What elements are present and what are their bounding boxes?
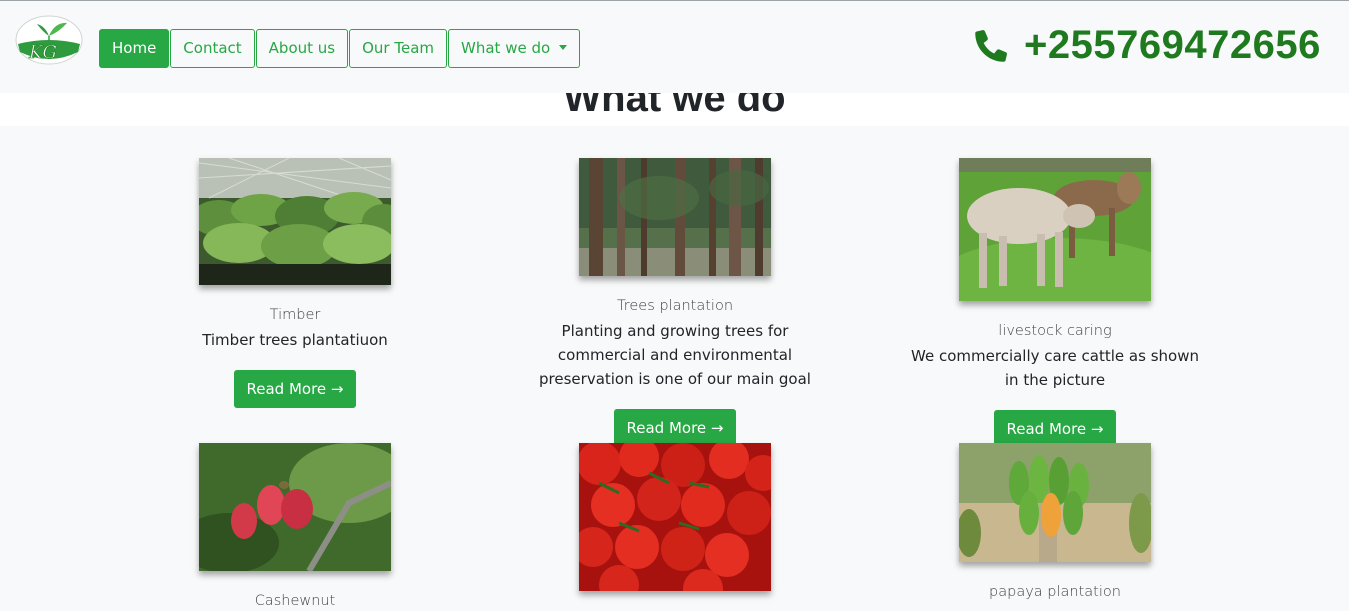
card-title: Trees plantation [616, 298, 734, 314]
card-title: papaya plantation [989, 584, 1121, 600]
read-more-button[interactable]: Read More → [233, 370, 357, 408]
card-title: livestock caring [998, 323, 1112, 339]
nav-team-button[interactable]: Our Team [349, 29, 448, 68]
nav-what-we-do-label: What we do [461, 39, 551, 57]
service-card-papaya: papaya plantation [905, 443, 1205, 602]
papaya-tree-image [959, 443, 1151, 562]
card-text: Planting and growing trees for commercia… [539, 322, 811, 388]
section-header-band: What we do [0, 93, 1349, 126]
nav-contact-button[interactable]: Contact [170, 29, 255, 68]
card-text: Timber trees plantatiuon [202, 331, 388, 349]
kg-leaf-logo[interactable]: KG [15, 14, 83, 66]
chevron-down-icon [559, 45, 568, 50]
nav-home-button[interactable]: Home [99, 29, 170, 68]
navbar: KG Home Contact About us Our Team What w… [0, 1, 1349, 93]
forest-trees-image [579, 158, 771, 276]
phone-contact[interactable]: +255769472656 [970, 23, 1321, 68]
service-card-tomatoes [525, 443, 825, 591]
seedlings-nursery-image [199, 158, 391, 285]
service-card-cashewnut: Cashewnut [145, 443, 445, 611]
cattle-image [959, 158, 1151, 301]
phone-icon [975, 29, 1007, 62]
card-text: We commercially care cattle as shown in … [911, 347, 1199, 389]
service-card-trees-plantation: Trees plantation Planting and growing tr… [525, 158, 825, 447]
phone-number: +255769472656 [1024, 23, 1321, 67]
nav-what-we-do-dropdown[interactable]: What we do [448, 29, 581, 68]
tomatoes-image [579, 443, 771, 591]
nav-about-button[interactable]: About us [255, 29, 349, 68]
card-title: Cashewnut [254, 593, 336, 609]
section-title: What we do [563, 93, 786, 120]
service-card-timber: Timber Timber trees plantatiuon Read Mor… [145, 158, 445, 408]
main-nav: Home Contact About us Our Team What we d… [99, 29, 581, 68]
cashew-fruit-image [199, 443, 391, 571]
card-title: Timber [269, 307, 321, 323]
read-more-button[interactable]: Read More → [613, 409, 737, 447]
service-card-livestock: livestock caring We commercially care ca… [905, 158, 1205, 448]
svg-text:KG: KG [28, 42, 57, 63]
